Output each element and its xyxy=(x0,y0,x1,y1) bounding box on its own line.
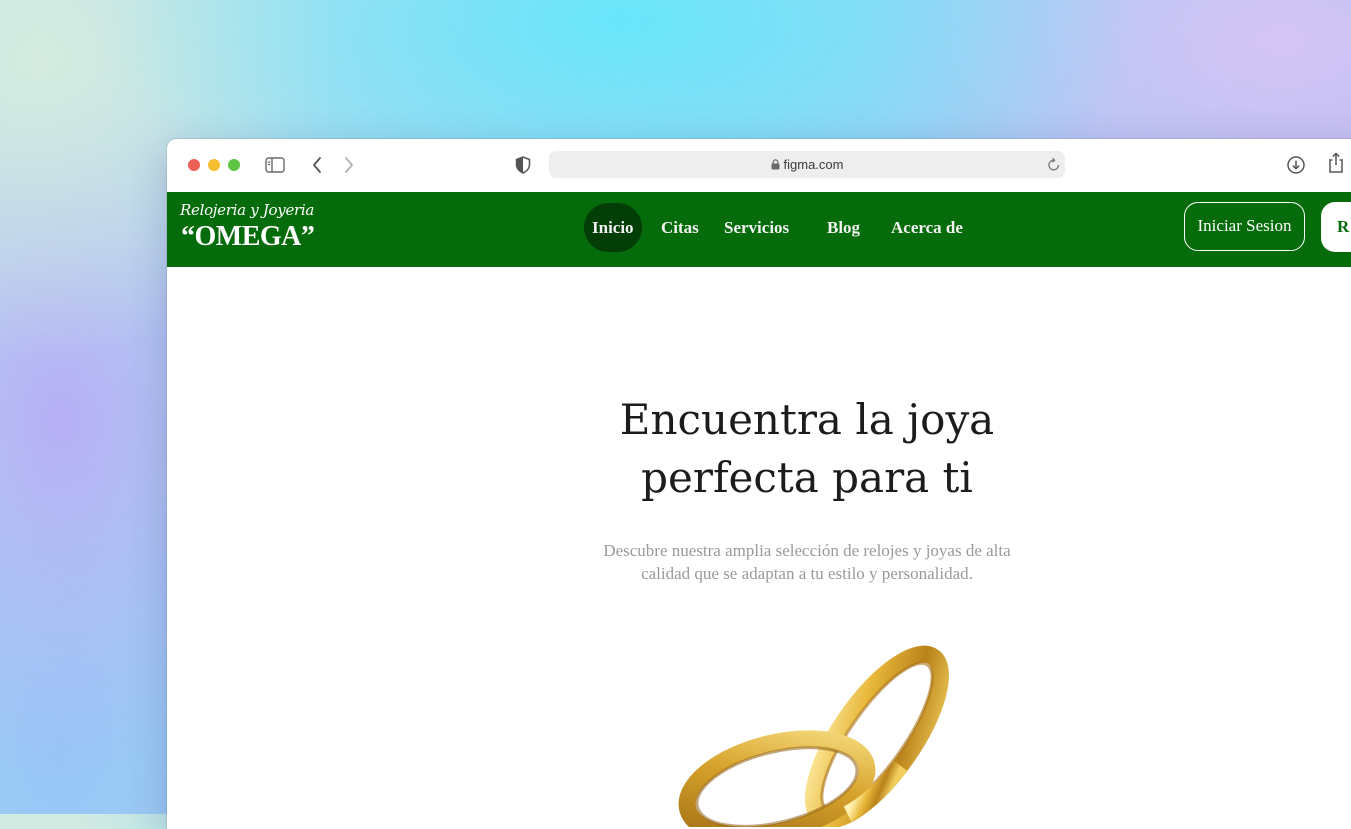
downloads-icon[interactable] xyxy=(1286,155,1306,180)
hero-title: Encuentra la joya perfecta para ti xyxy=(547,391,1067,507)
logo-script-text: Relojeria y Joyeria xyxy=(180,201,315,219)
site-navbar: Relojeria y Joyeria “OMEGA” Inicio Citas… xyxy=(167,192,1351,267)
hero-subtitle: Descubre nuestra amplia selección de rel… xyxy=(567,539,1047,585)
browser-window: figma.com Relojeria y Joyeria “OMEGA” In… xyxy=(167,139,1351,829)
address-bar[interactable]: figma.com xyxy=(549,151,1065,178)
register-button[interactable]: R xyxy=(1321,202,1351,252)
back-arrow-icon[interactable] xyxy=(311,156,323,179)
hero-title-line-2: perfecta para ti xyxy=(641,453,973,502)
lock-icon xyxy=(771,158,780,173)
hero-subtitle-line-1: Descubre nuestra amplia selección de rel… xyxy=(603,541,1011,560)
gold-rings-image xyxy=(657,627,957,829)
nav-link-acerca-de[interactable]: Acerca de xyxy=(891,218,963,238)
close-window-button[interactable] xyxy=(188,159,200,171)
hero-subtitle-line-2: calidad que se adaptan a tu estilo y per… xyxy=(641,564,973,583)
nav-link-blog[interactable]: Blog xyxy=(827,218,860,238)
browser-toolbar: figma.com xyxy=(167,139,1351,193)
nav-link-citas[interactable]: Citas xyxy=(661,218,699,238)
zoom-window-button[interactable] xyxy=(228,159,240,171)
forward-arrow-icon[interactable] xyxy=(343,156,355,179)
url-text: figma.com xyxy=(783,157,844,172)
nav-link-servicios[interactable]: Servicios xyxy=(724,218,789,238)
nav-link-inicio[interactable]: Inicio xyxy=(584,203,642,252)
privacy-shield-icon[interactable] xyxy=(515,156,531,179)
login-button[interactable]: Iniciar Sesion xyxy=(1184,202,1305,251)
sidebar-toggle-icon[interactable] xyxy=(265,157,285,178)
share-icon[interactable] xyxy=(1327,152,1345,179)
hero-title-line-1: Encuentra la joya xyxy=(619,395,995,444)
reload-icon[interactable] xyxy=(1047,156,1061,175)
logo-brand-text[interactable]: “OMEGA” xyxy=(181,221,315,253)
minimize-window-button[interactable] xyxy=(208,159,220,171)
